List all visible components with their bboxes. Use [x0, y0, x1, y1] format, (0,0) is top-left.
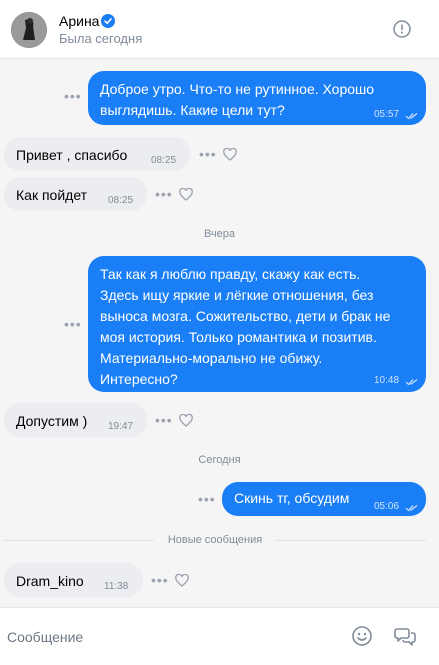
message-line: Так как я люблю правду, скажу как есть. — [100, 266, 361, 282]
dots-icon[interactable]: ••• — [199, 146, 217, 162]
dots-icon[interactable]: ••• — [155, 412, 173, 428]
heart-icon[interactable] — [179, 188, 193, 201]
new-messages-divider — [276, 540, 426, 541]
message-line: Здесь ищу яркие и лёгкие отношения, без — [100, 287, 374, 303]
dots-icon[interactable]: ••• — [64, 316, 82, 332]
message-text: Как пойдет — [16, 187, 88, 203]
message-time: 08:25 — [151, 155, 177, 166]
message-line: моя история. Только романтика и позитив. — [100, 329, 377, 345]
double-check-icon — [405, 505, 418, 512]
message-line: Интересно? — [100, 371, 178, 387]
outgoing-message[interactable]: Так как я люблю правду, скажу как есть. … — [88, 256, 426, 392]
avatar[interactable] — [11, 12, 47, 48]
message-time: 05:06 — [374, 501, 400, 512]
new-messages-divider — [4, 540, 154, 541]
message-time: 05:57 — [374, 109, 400, 120]
message-text: Привет , спасибо — [16, 147, 128, 163]
message-time: 10:48 — [374, 375, 400, 386]
message-line: Доброе утро. Что-то не рутинное. Хорошо — [100, 81, 375, 97]
dots-icon[interactable]: ••• — [151, 572, 169, 588]
heart-icon[interactable] — [223, 148, 237, 161]
dots-icon[interactable]: ••• — [198, 491, 216, 507]
message-input[interactable] — [5, 626, 339, 648]
date-separator: Сегодня — [198, 454, 241, 466]
contact-name[interactable]: Арина — [59, 13, 99, 29]
message-text: Dram_kino — [16, 573, 84, 589]
double-check-icon — [405, 379, 418, 386]
contact-status: Была сегодня — [59, 31, 143, 46]
date-separator: Вчера — [203, 228, 236, 240]
chat-header: Арина Была сегодня — [0, 0, 439, 59]
message-line: Материально-морально не обижу. — [100, 350, 323, 366]
double-check-icon — [405, 113, 418, 120]
dots-icon[interactable]: ••• — [64, 88, 82, 104]
message-time: 11:38 — [104, 581, 129, 592]
dots-icon[interactable]: ••• — [155, 186, 173, 202]
new-messages-label: Новые сообщения — [167, 534, 263, 546]
message-line: выноса мозга. Сожительство, дети и брак … — [100, 308, 391, 324]
heart-icon[interactable] — [175, 574, 189, 587]
heart-icon[interactable] — [179, 414, 193, 427]
smile-icon[interactable] — [351, 625, 373, 647]
message-composer — [0, 607, 439, 665]
chat-bubbles-icon[interactable] — [394, 625, 416, 647]
message-line: выглядишь. Какие цели тут? — [100, 102, 285, 118]
message-time: 19:47 — [108, 421, 134, 432]
message-time: 08:25 — [108, 195, 134, 206]
info-icon[interactable] — [393, 20, 411, 38]
message-text: Допустим ) — [16, 413, 88, 429]
verified-check-icon — [101, 14, 115, 28]
